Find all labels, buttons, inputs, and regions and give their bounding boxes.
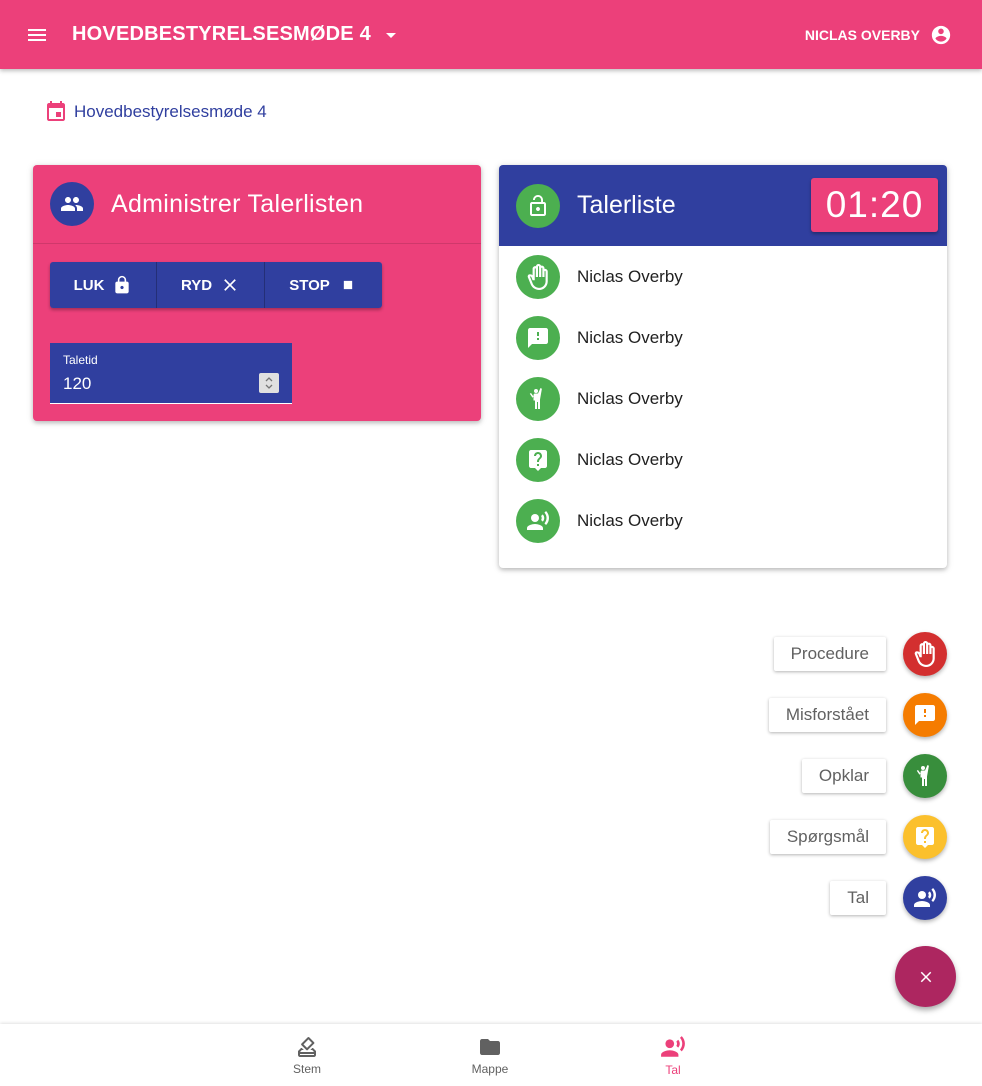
list-item[interactable]: Niclas Overby bbox=[499, 429, 947, 490]
record-voice-icon bbox=[661, 1035, 685, 1057]
lock-icon bbox=[115, 275, 130, 294]
meeting-selector[interactable]: HOVEDBESTYRELSESMØDE 4 bbox=[72, 23, 403, 47]
stepper-arrows-icon bbox=[265, 377, 273, 389]
menu-button[interactable] bbox=[17, 15, 57, 55]
procedure-button[interactable] bbox=[903, 632, 947, 676]
hand-icon bbox=[914, 641, 935, 667]
speak-label[interactable]: Tal bbox=[830, 881, 886, 915]
folder-icon bbox=[480, 1038, 500, 1055]
speaking-timer: 01:20 bbox=[811, 178, 938, 232]
speaker-name: Niclas Overby bbox=[577, 327, 683, 347]
nav-folder-label: Mappe bbox=[471, 1061, 509, 1076]
speaking-time-field[interactable]: Taletid 120 bbox=[50, 343, 292, 404]
close-list-button[interactable]: LUK bbox=[50, 262, 157, 308]
nav-folder[interactable]: Mappe bbox=[445, 1024, 535, 1086]
list-item[interactable]: Niclas Overby bbox=[499, 246, 947, 307]
admin-card-title: Administrer Talerlisten bbox=[111, 189, 364, 218]
bottom-navigation: Stem Mappe Tal bbox=[0, 1024, 982, 1086]
ballot-box-icon bbox=[298, 1036, 316, 1057]
speaker-list-title: Talerliste bbox=[577, 191, 676, 219]
speed-dial-procedure: Procedure bbox=[773, 632, 947, 676]
speed-dial-clarify: Opklar bbox=[801, 754, 947, 798]
chevron-down-icon bbox=[379, 23, 403, 47]
number-stepper[interactable] bbox=[259, 373, 279, 393]
stop-icon bbox=[343, 280, 352, 290]
speaker-list-header: Talerliste 01:20 bbox=[499, 165, 947, 246]
question-button[interactable] bbox=[903, 815, 947, 859]
hand-icon bbox=[516, 254, 560, 299]
person-raising-hand-icon bbox=[516, 376, 560, 421]
feedback-icon bbox=[516, 315, 560, 360]
breadcrumb[interactable]: Hovedbestyrelsesmøde 4 bbox=[44, 100, 267, 124]
clarify-button[interactable] bbox=[903, 754, 947, 798]
speak-button[interactable] bbox=[903, 876, 947, 920]
speed-dial-question: Spørgsmål bbox=[769, 815, 947, 859]
list-item[interactable]: Niclas Overby bbox=[499, 307, 947, 368]
question-label[interactable]: Spørgsmål bbox=[769, 820, 886, 854]
stop-label: STOP bbox=[289, 276, 330, 294]
admin-card-header: Administrer Talerlisten bbox=[33, 165, 481, 244]
speed-dial-misunderstood: Misforstået bbox=[768, 693, 947, 737]
feedback-icon bbox=[915, 705, 935, 725]
admin-button-group: LUK RYD STOP bbox=[50, 262, 382, 308]
clarify-label[interactable]: Opklar bbox=[801, 759, 886, 793]
clear-list-button[interactable]: RYD bbox=[157, 262, 265, 308]
menu-icon bbox=[28, 28, 46, 41]
close-icon bbox=[920, 971, 931, 982]
nav-vote-label: Stem bbox=[292, 1061, 321, 1076]
breadcrumb-label: Hovedbestyrelsesmøde 4 bbox=[74, 102, 267, 121]
question-icon bbox=[516, 437, 560, 482]
people-icon bbox=[50, 182, 94, 226]
speed-dial-close-button[interactable] bbox=[895, 946, 956, 1007]
speaker-list-card: Talerliste 01:20 Niclas Overby Niclas Ov… bbox=[499, 165, 947, 568]
speaker-name: Niclas Overby bbox=[577, 266, 683, 286]
record-voice-icon bbox=[914, 888, 936, 907]
speaker-rows: Niclas Overby Niclas Overby Niclas Overb… bbox=[499, 246, 947, 551]
misunderstood-label[interactable]: Misforstået bbox=[768, 698, 886, 732]
nav-vote[interactable]: Stem bbox=[262, 1024, 352, 1086]
clear-list-label: RYD bbox=[180, 276, 213, 294]
nav-speak[interactable]: Tal bbox=[628, 1024, 718, 1086]
close-list-label: LUK bbox=[73, 276, 105, 294]
record-voice-icon bbox=[516, 498, 560, 543]
question-icon bbox=[916, 827, 934, 848]
speaking-time-label: Taletid bbox=[63, 353, 98, 367]
stop-button[interactable]: STOP bbox=[265, 262, 382, 308]
calendar-icon bbox=[47, 101, 65, 121]
speaker-name: Niclas Overby bbox=[577, 449, 683, 469]
app-toolbar: HOVEDBESTYRELSESMØDE 4 NICLAS OVERBY bbox=[0, 0, 982, 69]
list-item[interactable]: Niclas Overby bbox=[499, 368, 947, 429]
speaker-name: Niclas Overby bbox=[577, 510, 683, 530]
speaking-time-value: 120 bbox=[63, 374, 92, 393]
speaker-name: Niclas Overby bbox=[577, 388, 683, 408]
user-name: NICLAS OVERBY bbox=[804, 26, 920, 43]
lock-open-icon bbox=[516, 183, 560, 228]
admin-card: Administrer Talerlisten LUK RYD STOP Tal… bbox=[33, 165, 481, 421]
account-circle-icon bbox=[931, 25, 951, 44]
toolbar-title: HOVEDBESTYRELSESMØDE 4 bbox=[72, 23, 371, 45]
person-raising-hand-icon bbox=[916, 765, 929, 786]
nav-speak-label: Tal bbox=[665, 1062, 681, 1077]
close-icon bbox=[224, 279, 236, 291]
procedure-label[interactable]: Procedure bbox=[773, 637, 886, 671]
user-menu-button[interactable]: NICLAS OVERBY bbox=[805, 0, 952, 69]
list-item[interactable]: Niclas Overby bbox=[499, 490, 947, 551]
speed-dial-speak: Tal bbox=[830, 876, 947, 920]
misunderstood-button[interactable] bbox=[903, 693, 947, 737]
